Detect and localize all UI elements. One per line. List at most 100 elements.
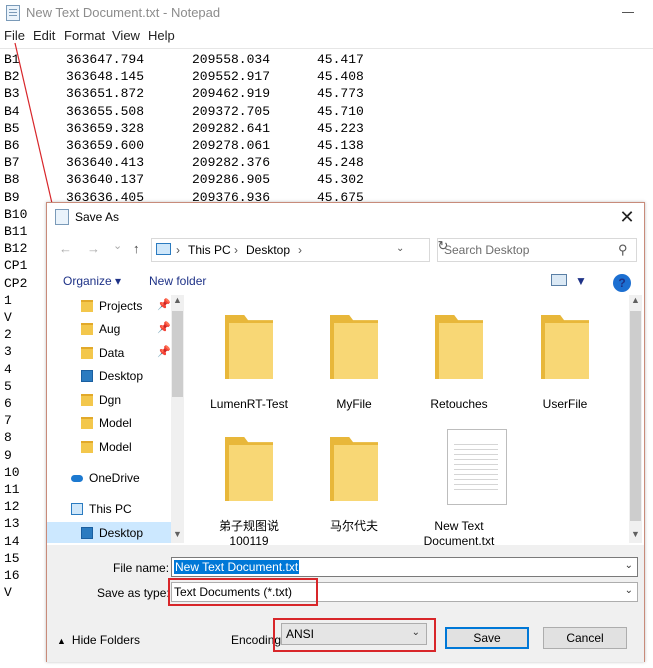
up-arrow-icon[interactable]: ↑	[133, 241, 140, 256]
scroll-up-icon[interactable]: ▲	[631, 295, 640, 305]
nav-item[interactable]: Aug 📌	[47, 318, 171, 341]
nav-item[interactable]: Data 📌	[47, 342, 171, 365]
nav-item[interactable]: Desktop	[47, 365, 171, 388]
address-bar[interactable]: › This PC › Desktop › ⌄	[151, 238, 430, 262]
help-icon[interactable]: ?	[613, 274, 631, 292]
folder-icon	[81, 417, 93, 429]
navigation-scrollbar[interactable]: ▲ ▼	[171, 295, 184, 543]
point-label: B11	[4, 224, 28, 239]
search-box[interactable]: Search Desktop ⚲	[437, 238, 637, 262]
nav-item[interactable]: OneDrive	[47, 467, 171, 490]
menu-edit[interactable]: Edit	[33, 28, 55, 43]
notepad-title-bar: New Text Document.txt - Notepad	[0, 0, 653, 26]
notepad-icon	[55, 209, 69, 225]
folder-icon	[225, 315, 273, 379]
file-item[interactable]: New Text Document.txt	[397, 421, 507, 548]
scrollbar-thumb[interactable]	[630, 311, 641, 521]
close-icon[interactable]: ✕	[615, 205, 639, 229]
folder-item[interactable]: LumenRT-Test	[187, 299, 288, 419]
y-coordinate: 209462.919	[192, 86, 271, 102]
hide-folders-label[interactable]: Hide Folders	[72, 633, 140, 647]
address-dropdown-icon[interactable]: ⌄	[396, 243, 404, 254]
menu-format[interactable]: Format	[64, 28, 105, 43]
scrollbar-thumb[interactable]	[172, 311, 183, 397]
file-name-value[interactable]: New Text Document.txt	[174, 560, 300, 574]
folder-item[interactable]: MyFile	[292, 299, 392, 419]
folder-item[interactable]: 弟子规图说 100119	[187, 421, 287, 548]
point-label: 12	[4, 499, 20, 515]
pin-icon: 📌	[157, 322, 171, 334]
nav-item[interactable]: Projects 📌	[47, 295, 171, 318]
x-coordinate: 363655.508	[66, 103, 145, 119]
folder-icon	[81, 394, 93, 406]
point-label: V	[4, 585, 12, 601]
dialog-title-bar: Save As ✕	[47, 203, 644, 231]
point-label: B5	[4, 120, 20, 136]
text-document-icon	[447, 429, 507, 505]
point-label: 9	[4, 447, 12, 463]
folder-icon	[330, 315, 378, 379]
menu-help[interactable]: Help	[148, 28, 175, 43]
y-coordinate: 209552.917	[192, 69, 271, 85]
file-name-label: File name:	[113, 561, 170, 575]
minimize-icon[interactable]	[622, 12, 634, 13]
navigation-row: ← → ⌄ ↑ › This PC › Desktop › ⌄ ↻ Search…	[47, 235, 644, 265]
menu-view[interactable]: View	[112, 28, 140, 43]
point-label: 11	[4, 482, 20, 497]
y-coordinate: 209282.376	[192, 155, 271, 171]
view-options-chevron-icon[interactable]: ▼	[575, 274, 587, 288]
x-coordinate: 363640.137	[66, 172, 145, 188]
x-coordinate: 363651.872	[66, 86, 145, 102]
nav-item[interactable]: This PC	[47, 498, 171, 521]
point-label: 2	[4, 327, 12, 343]
folder-icon	[81, 441, 93, 453]
folder-icon	[330, 437, 378, 501]
nav-item[interactable]: Desktop	[47, 522, 171, 543]
scroll-down-icon[interactable]: ▼	[631, 529, 640, 539]
breadcrumb-this-pc[interactable]: This PC	[188, 243, 231, 257]
nav-item[interactable]: Dgn	[47, 389, 171, 412]
folder-item[interactable]: 马尔代夫	[292, 421, 392, 541]
hide-folders-button[interactable]: ▲ Hide Folders	[57, 633, 140, 647]
z-coordinate: 45.138	[317, 138, 364, 153]
file-name-field[interactable]: New Text Document.txt ⌄	[171, 557, 638, 577]
search-icon[interactable]: ⚲	[618, 242, 628, 258]
folder-item[interactable]: UserFile	[503, 299, 603, 419]
point-label: B7	[4, 155, 20, 171]
z-coordinate: 45.417	[317, 52, 364, 67]
scroll-down-icon[interactable]: ▼	[173, 529, 182, 539]
pin-icon: 📌	[157, 346, 171, 358]
menu-file[interactable]: File	[4, 28, 25, 43]
point-label: 7	[4, 413, 12, 429]
folder-icon	[81, 300, 93, 312]
back-arrow-icon[interactable]: ←	[59, 241, 72, 256]
x-coordinate: 363659.600	[66, 138, 145, 153]
search-placeholder[interactable]: Search Desktop	[444, 243, 529, 257]
file-name-dropdown-icon[interactable]: ⌄	[625, 560, 633, 571]
chevron-up-icon[interactable]: ▲	[57, 636, 66, 646]
breadcrumb-separator[interactable]: ›	[298, 243, 302, 257]
breadcrumb-desktop[interactable]: Desktop	[246, 243, 290, 257]
nav-item[interactable]: Model	[47, 412, 171, 435]
nav-item-label: Projects	[99, 299, 143, 313]
forward-arrow-icon[interactable]: →	[87, 241, 100, 256]
recent-locations-chevron-icon[interactable]: ⌄	[113, 239, 122, 252]
change-view-icon[interactable]	[551, 274, 567, 286]
nav-item[interactable]: Model	[47, 436, 171, 459]
save-button[interactable]: Save	[445, 627, 529, 649]
scroll-up-icon[interactable]: ▲	[173, 295, 182, 305]
x-coordinate: 363648.145	[66, 69, 145, 85]
point-label: B9	[4, 189, 20, 205]
save-as-dialog: Save As ✕ ← → ⌄ ↑ › This PC › Desktop › …	[46, 202, 645, 662]
point-label: 15	[4, 550, 20, 566]
new-folder-button[interactable]: New folder	[149, 274, 206, 288]
y-coordinate: 209286.905	[192, 172, 271, 188]
point-label: 13	[4, 516, 20, 532]
save-as-type-dropdown-icon[interactable]: ⌄	[625, 585, 633, 596]
file-list-scrollbar[interactable]: ▲ ▼	[629, 295, 642, 543]
organize-button[interactable]: Organize ▾	[63, 274, 121, 288]
folder-item[interactable]: Retouches	[397, 299, 497, 419]
z-coordinate: 45.223	[317, 120, 364, 136]
cancel-button[interactable]: Cancel	[543, 627, 627, 649]
file-list: LumenRT-Test MyFile Retouches UserFile 弟子规图说…	[187, 299, 627, 548]
